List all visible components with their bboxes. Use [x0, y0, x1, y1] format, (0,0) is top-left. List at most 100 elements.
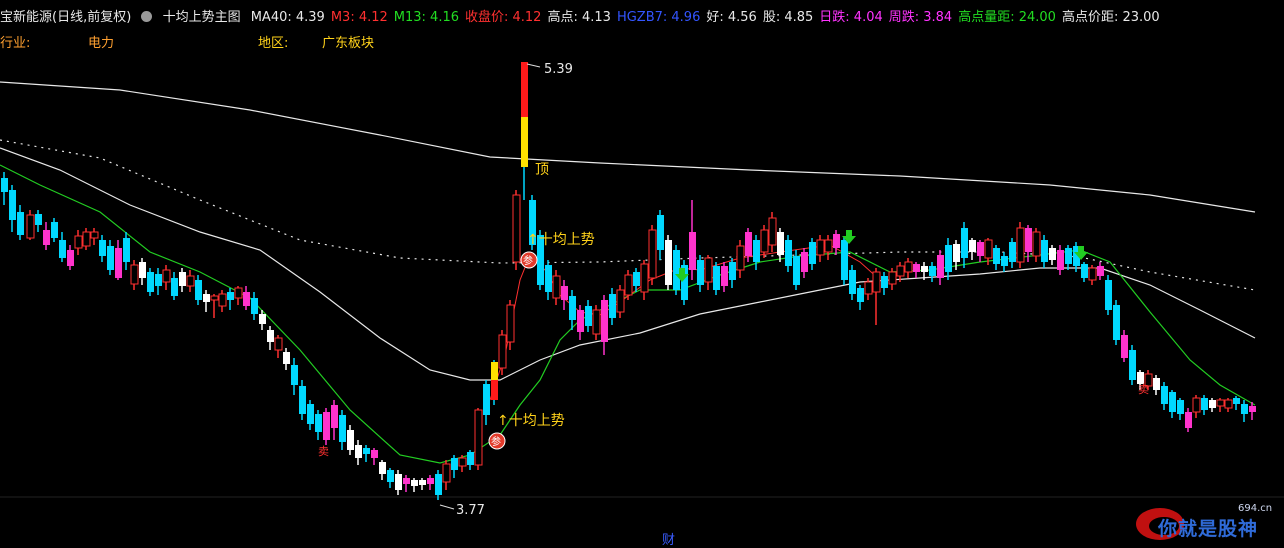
candle	[107, 240, 114, 275]
candle	[816, 235, 825, 262]
candle	[474, 408, 483, 470]
candle	[442, 460, 451, 490]
candle	[435, 470, 442, 500]
candle	[977, 240, 984, 262]
candle	[267, 326, 274, 350]
candle	[387, 468, 394, 488]
candle	[561, 280, 568, 310]
indicator-value: M13: 4.16	[393, 10, 459, 25]
badge-1: 参	[520, 251, 538, 269]
candle	[307, 400, 314, 430]
candle	[849, 265, 856, 300]
candle	[1201, 395, 1208, 415]
candle	[371, 448, 378, 465]
candle	[1169, 390, 1176, 418]
candle	[521, 62, 528, 200]
sell-marker-2: 卖	[1138, 383, 1149, 396]
candle	[283, 348, 290, 370]
candle	[427, 475, 434, 490]
candle	[67, 245, 74, 270]
candle	[552, 270, 561, 305]
candle	[713, 262, 720, 295]
candle	[904, 258, 913, 278]
candle	[26, 210, 35, 240]
candle	[721, 262, 728, 292]
candle	[657, 210, 664, 260]
candle	[929, 262, 936, 282]
longline-path	[0, 81, 1256, 213]
candle	[1241, 400, 1248, 422]
indicator-value: 高点: 4.13	[547, 10, 611, 25]
indicator-value: 收盘价: 4.12	[465, 10, 542, 25]
indicator-value: HGZB7: 4.96	[616, 10, 701, 25]
candle	[347, 425, 354, 455]
candle	[243, 286, 250, 310]
candle	[227, 288, 234, 310]
candle	[1233, 396, 1240, 410]
industry-value: 电力	[88, 36, 115, 51]
candle	[1209, 398, 1216, 412]
long-ma-line	[0, 81, 1256, 213]
candle	[640, 260, 649, 300]
candle	[315, 410, 322, 440]
candle	[937, 250, 944, 285]
candle	[1224, 398, 1233, 412]
low-label: 3.77	[456, 503, 485, 518]
candle	[1129, 345, 1136, 385]
candle	[857, 285, 864, 310]
candle	[1105, 275, 1112, 315]
candle	[299, 380, 306, 420]
candle	[841, 236, 848, 285]
candle	[458, 455, 467, 472]
candle	[697, 255, 704, 292]
candle	[673, 245, 680, 295]
candle	[793, 250, 800, 290]
candle	[186, 270, 195, 292]
candle	[491, 360, 498, 405]
candle	[601, 295, 608, 355]
candle	[585, 300, 592, 332]
candle	[512, 190, 521, 270]
indicator-value: 高点量距: 24.00	[958, 10, 1056, 25]
high-pointer	[526, 63, 541, 68]
candle	[1113, 300, 1120, 345]
candle	[881, 272, 888, 295]
candle	[506, 300, 515, 350]
candle	[195, 275, 202, 305]
candle	[1041, 235, 1048, 268]
candle	[1121, 330, 1128, 362]
dropdown-circle-icon[interactable]	[141, 11, 153, 22]
badge-2: 参	[488, 432, 506, 450]
top-marker: 顶	[535, 162, 549, 178]
candle	[545, 260, 552, 300]
candle	[179, 268, 186, 292]
candle	[681, 260, 688, 305]
candle	[569, 290, 576, 330]
candle	[1049, 245, 1056, 265]
candle	[689, 200, 696, 280]
candle	[1065, 245, 1072, 270]
industry-label: 行业:	[0, 36, 31, 51]
candle	[331, 400, 338, 440]
candle	[616, 285, 625, 318]
candle	[210, 294, 219, 318]
indicator-title[interactable]: 十均上势主图	[163, 10, 241, 25]
candle	[43, 222, 50, 250]
candlestick-chart[interactable]: 5.39 3.77 顶 ↑十均上势 ↑十均上势 参 参 卖 卖 财	[0, 0, 1284, 545]
candle	[379, 460, 386, 480]
candle	[624, 270, 633, 300]
candle	[363, 445, 370, 462]
stock-title[interactable]: 宝新能源(日线,前复权)	[0, 10, 131, 25]
candle	[419, 478, 426, 490]
candle	[467, 450, 474, 470]
candle	[1016, 222, 1025, 268]
candle	[355, 440, 362, 465]
low-pointer	[439, 504, 455, 510]
candle	[777, 228, 784, 262]
candle	[82, 228, 91, 250]
indicator-value: 高点价距: 23.00	[1061, 10, 1160, 25]
candle	[993, 245, 1000, 270]
candle	[809, 238, 816, 270]
candle	[115, 240, 122, 280]
bottom-marker: 财	[662, 533, 675, 545]
